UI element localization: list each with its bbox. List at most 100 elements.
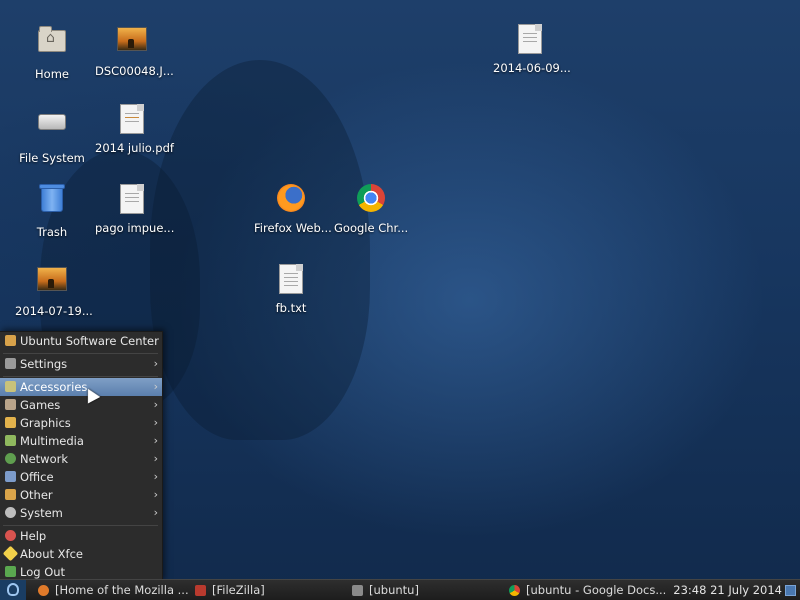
document-file-icon — [518, 24, 542, 54]
applications-menu: Ubuntu Software Center Settings › Access… — [0, 331, 163, 582]
help-icon — [5, 530, 16, 541]
desktop-icon-label: Home — [35, 67, 69, 81]
taskbar-task-firefox[interactable]: [Home of the Mozilla ... — [38, 580, 189, 600]
menu-separator — [3, 353, 158, 354]
firefox-icon — [277, 184, 305, 212]
menu-separator — [3, 525, 158, 526]
desktop-icon-home[interactable]: Home — [12, 22, 92, 82]
xfce-logo-icon — [7, 583, 19, 596]
terminal-icon — [352, 585, 363, 596]
task-label: [FileZilla] — [212, 583, 265, 597]
menu-item-label: Help — [20, 529, 47, 543]
task-label: [ubuntu] — [369, 583, 419, 597]
desktop-icon-label: File System — [19, 151, 85, 165]
desktop-icon-2014-06-09[interactable]: 2014-06-09... — [490, 22, 571, 76]
desktop-icon-label: Trash — [36, 225, 68, 239]
desktop-icon-label: Google Chr... — [334, 221, 409, 235]
menu-item-system[interactable]: System › — [0, 504, 162, 522]
menu-item-office[interactable]: Office › — [0, 468, 162, 486]
menu-item-label: About Xfce — [20, 547, 83, 561]
desktop-icon-fb-txt[interactable]: fb.txt — [251, 262, 331, 316]
menu-item-about-xfce[interactable]: About Xfce — [0, 545, 162, 563]
menu-item-label: Other — [20, 488, 53, 502]
menu-separator — [3, 376, 158, 377]
desktop-icon-trash[interactable]: Trash — [12, 182, 92, 240]
firefox-icon — [38, 585, 49, 596]
menu-item-graphics[interactable]: Graphics › — [0, 414, 162, 432]
menu-item-label: Office — [20, 470, 54, 484]
menu-item-label: Games — [20, 398, 61, 412]
menu-item-multimedia[interactable]: Multimedia › — [0, 432, 162, 450]
menu-item-games[interactable]: Games › — [0, 396, 162, 414]
menu-item-ubuntu-software-center[interactable]: Ubuntu Software Center — [0, 332, 162, 350]
trash-icon — [39, 184, 65, 212]
desktop-icon-google-chrome[interactable]: Google Chr... — [331, 182, 411, 236]
image-file-icon — [117, 27, 147, 51]
desktop-icon-2014-07-19[interactable]: 2014-07-19... — [12, 262, 93, 319]
menu-item-label: Network — [20, 452, 69, 466]
logout-icon — [5, 566, 16, 577]
notification-icon[interactable] — [785, 585, 796, 596]
task-label: [Home of the Mozilla ... — [55, 583, 189, 597]
chevron-right-icon: › — [153, 416, 158, 429]
image-file-icon — [37, 267, 67, 291]
text-file-icon — [279, 264, 303, 294]
chevron-right-icon: › — [153, 488, 158, 501]
taskbar-task-filezilla[interactable]: [FileZilla] — [195, 580, 345, 600]
chevron-right-icon: › — [153, 506, 158, 519]
menu-item-other[interactable]: Other › — [0, 486, 162, 504]
menu-item-accessories[interactable]: Accessories › — [0, 378, 162, 396]
drive-icon — [38, 114, 66, 130]
chevron-right-icon: › — [153, 452, 158, 465]
menu-item-label: System — [20, 506, 63, 520]
task-label: [ubuntu - Google Docs... — [526, 583, 667, 597]
office-icon — [5, 471, 16, 482]
chrome-icon — [357, 184, 385, 212]
chevron-right-icon: › — [153, 398, 158, 411]
chevron-right-icon: › — [153, 470, 158, 483]
graphics-icon — [5, 417, 16, 428]
desktop-icon-pago-impue[interactable]: pago impue... — [92, 182, 174, 236]
menu-item-network[interactable]: Network › — [0, 450, 162, 468]
taskbar-task-chrome[interactable]: [ubuntu - Google Docs... — [509, 580, 674, 600]
desktop-icon-label: DSC00048.J... — [95, 64, 174, 78]
home-folder-icon — [38, 26, 66, 52]
about-icon — [2, 545, 19, 562]
desktop-icon-label: 2014-07-19... — [15, 304, 93, 318]
menu-item-label: Multimedia — [20, 434, 84, 448]
pdf-file-icon — [120, 104, 144, 134]
desktop-icon-firefox[interactable]: Firefox Web... — [251, 182, 332, 236]
software-center-icon — [5, 335, 16, 346]
desktop-icon-file-system[interactable]: File System — [12, 102, 92, 166]
filezilla-icon — [195, 585, 206, 596]
desktop-icon-label: fb.txt — [275, 301, 307, 315]
multimedia-icon — [5, 435, 16, 446]
desktop-icon-label: Firefox Web... — [254, 221, 332, 235]
desktop-icon-2014-julio-pdf[interactable]: 2014 julio.pdf — [92, 102, 174, 156]
desktop-icon-label: 2014-06-09... — [493, 61, 571, 75]
clock[interactable]: 23:48 21 July 2014 — [673, 580, 782, 600]
desktop-icon-label: 2014 julio.pdf — [95, 141, 174, 155]
desktop-icon-dsc00048[interactable]: DSC00048.J... — [92, 22, 174, 79]
menu-item-label: Graphics — [20, 416, 71, 430]
accessories-icon — [5, 381, 16, 392]
settings-icon — [5, 358, 16, 369]
desktop-icon-label: pago impue... — [95, 221, 175, 235]
network-icon — [5, 453, 16, 464]
menu-item-settings[interactable]: Settings › — [0, 355, 162, 373]
chrome-icon — [509, 585, 520, 596]
chevron-right-icon: › — [153, 380, 158, 393]
menu-item-help[interactable]: Help — [0, 527, 162, 545]
menu-item-label: Ubuntu Software Center — [20, 334, 159, 348]
taskbar: [Home of the Mozilla ... [FileZilla] [ub… — [0, 579, 800, 600]
chevron-right-icon: › — [153, 434, 158, 447]
chevron-right-icon: › — [153, 357, 158, 370]
games-icon — [5, 399, 16, 410]
menu-item-label: Settings — [20, 357, 68, 371]
system-icon — [5, 507, 16, 518]
taskbar-task-terminal[interactable]: [ubuntu] — [352, 580, 502, 600]
document-file-icon — [120, 184, 144, 214]
applications-menu-button[interactable] — [0, 580, 26, 600]
menu-item-label: Accessories — [20, 380, 88, 394]
other-icon — [5, 489, 16, 500]
